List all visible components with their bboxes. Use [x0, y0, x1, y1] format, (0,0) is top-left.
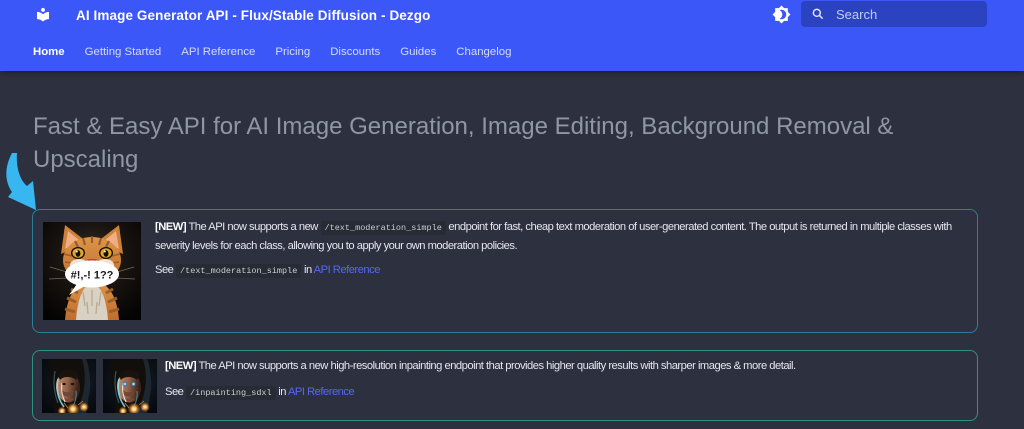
svg-text:#!,-! 1??: #!,-! 1?? [71, 270, 114, 282]
